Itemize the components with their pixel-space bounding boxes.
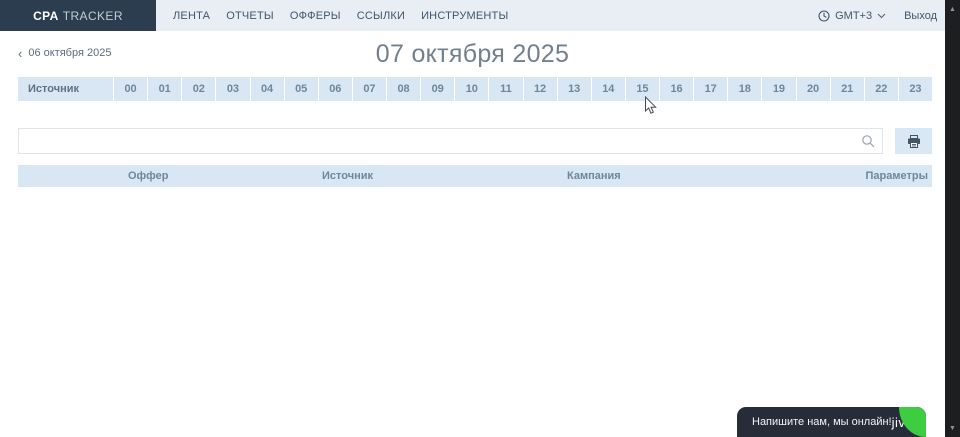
menu-item-otchety[interactable]: ОТЧЕТЫ (225, 10, 275, 22)
print-button[interactable] (895, 128, 932, 154)
hour-cell-06: 06 (318, 77, 352, 101)
hour-cell-19: 19 (761, 77, 795, 101)
scrollbar-down-arrow-icon[interactable]: ▼ (945, 421, 960, 435)
report-table-header: Оффер Источник Кампания Параметры (18, 165, 932, 187)
chevron-down-icon (877, 13, 886, 19)
clock-icon (818, 10, 830, 22)
hour-cell-12: 12 (523, 77, 557, 101)
hour-cell-16: 16 (659, 77, 693, 101)
hour-cell-14: 14 (591, 77, 625, 101)
scrollbar-up-arrow-icon[interactable]: ▲ (945, 2, 960, 16)
hour-cell-18: 18 (727, 77, 761, 101)
hour-cell-02: 02 (181, 77, 215, 101)
menu-item-ssylki[interactable]: ССЫЛКИ (356, 10, 406, 22)
hour-cell-17: 17 (693, 77, 727, 101)
hour-cell-07: 07 (352, 77, 386, 101)
hour-cell-10: 10 (454, 77, 488, 101)
hour-cell-01: 01 (147, 77, 181, 101)
printer-icon (907, 135, 921, 148)
hour-cell-15: 15 (625, 77, 659, 101)
main-content: ‹ 06 октября 2025 07 октября 2025 Источн… (0, 31, 945, 187)
menu-item-instrumenty[interactable]: ИНСТРУМЕНТЫ (420, 10, 509, 22)
brand-secondary: TRACKER (63, 9, 123, 23)
hour-cell-08: 08 (386, 77, 420, 101)
hour-cell-13: 13 (557, 77, 591, 101)
search-wrapper (18, 128, 883, 154)
jivo-leaf-icon (899, 407, 926, 437)
vertical-scrollbar[interactable]: ▲ ▼ (945, 0, 960, 437)
timezone-selector[interactable]: GMT+3 (818, 10, 886, 22)
date-navigation-row: ‹ 06 октября 2025 07 октября 2025 (0, 31, 945, 77)
column-header-source: Источник (322, 170, 567, 182)
column-header-parameters: Параметры (812, 170, 932, 182)
brand-primary: CPA (33, 9, 59, 23)
jivo-chat-widget[interactable]: Напишите нам, мы онлайн! jivo (737, 407, 926, 437)
hours-header-row: Источник 00 01 02 03 04 05 06 07 08 09 1… (18, 77, 932, 101)
menu-item-lenta[interactable]: ЛЕНТА (172, 10, 211, 22)
page-title: 07 октября 2025 (0, 40, 945, 69)
search-input[interactable] (18, 128, 883, 154)
hour-cell-03: 03 (215, 77, 249, 101)
hour-cell-20: 20 (796, 77, 830, 101)
hour-cell-22: 22 (864, 77, 898, 101)
column-header-offer: Оффер (128, 170, 322, 182)
brand-logo[interactable]: CPA TRACKER (0, 0, 156, 31)
timezone-label: GMT+3 (835, 10, 872, 22)
hour-cell-11: 11 (488, 77, 522, 101)
hours-source-label: Источник (18, 77, 113, 101)
menu-item-offery[interactable]: ОФФЕРЫ (289, 10, 342, 22)
hour-cell-23: 23 (898, 77, 932, 101)
search-row (18, 128, 932, 154)
main-menu: ЛЕНТА ОТЧЕТЫ ОФФЕРЫ ССЫЛКИ ИНСТРУМЕНТЫ (172, 0, 509, 31)
hour-cell-00: 00 (113, 77, 147, 101)
chat-message: Напишите нам, мы онлайн! (737, 416, 892, 428)
navbar-right: GMT+3 Выход (818, 0, 945, 31)
hour-cell-05: 05 (284, 77, 318, 101)
search-icon (861, 134, 875, 148)
column-header-campaign: Кампания (567, 170, 812, 182)
top-navbar: CPA TRACKER ЛЕНТА ОТЧЕТЫ ОФФЕРЫ ССЫЛКИ И… (0, 0, 945, 31)
hour-cell-21: 21 (830, 77, 864, 101)
hour-cell-09: 09 (420, 77, 454, 101)
hour-cell-04: 04 (250, 77, 284, 101)
logout-link[interactable]: Выход (904, 10, 937, 22)
